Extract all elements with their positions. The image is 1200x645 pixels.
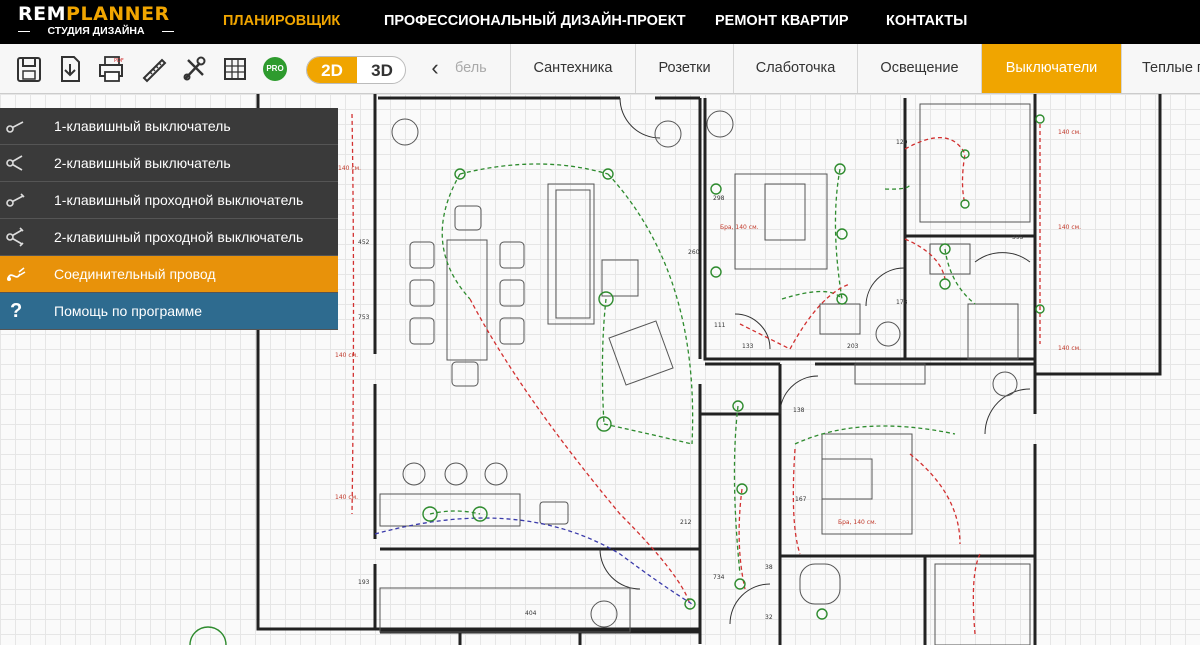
nav-renovation[interactable]: РЕМОНТ КВАРТИР bbox=[715, 0, 849, 44]
blue-wire bbox=[374, 517, 693, 605]
svg-text:Бра, 140 см.: Бра, 140 см. bbox=[838, 519, 877, 526]
menu-item-label: 1-клавишный проходной выключатель bbox=[54, 192, 304, 208]
double-passthrough-switch-icon bbox=[6, 227, 24, 247]
nav-contacts[interactable]: КОНТАКТЫ bbox=[886, 0, 967, 44]
svg-text:120: 120 bbox=[896, 139, 908, 146]
svg-text:140 см.: 140 см. bbox=[1058, 224, 1081, 231]
print-pdf-icon[interactable]: PDF bbox=[97, 54, 125, 84]
svg-text:138: 138 bbox=[793, 407, 805, 414]
save-icon[interactable] bbox=[15, 54, 43, 84]
svg-text:193: 193 bbox=[358, 579, 370, 586]
tools-icon[interactable] bbox=[180, 54, 208, 84]
svg-text:260: 260 bbox=[688, 249, 700, 256]
svg-text:38: 38 bbox=[765, 564, 773, 571]
remplanner-logo[interactable]: REMPLANNER СТУДИЯ ДИЗАЙНА bbox=[18, 4, 178, 40]
menu-item-help[interactable]: ? Помощь по программе bbox=[0, 293, 338, 330]
svg-text:298: 298 bbox=[713, 195, 725, 202]
double-switch-icon bbox=[6, 155, 23, 171]
svg-text:PDF: PDF bbox=[114, 58, 124, 64]
menu-item-double-passthrough-switch[interactable]: 2-клавишный проходной выключатель bbox=[0, 219, 338, 256]
nav-planner[interactable]: ПЛАНИРОВЩИК bbox=[223, 0, 340, 44]
logo-brand: REMPLANNER bbox=[18, 3, 170, 25]
svg-text:140 см.: 140 см. bbox=[338, 165, 361, 172]
chevron-left-icon[interactable]: ‹ bbox=[426, 57, 444, 80]
svg-text:140 см.: 140 см. bbox=[1058, 345, 1081, 352]
grid-settings-icon[interactable] bbox=[221, 54, 249, 84]
svg-text:395: 395 bbox=[1012, 234, 1024, 241]
svg-text:Бра, 140 см.: Бра, 140 см. bbox=[720, 224, 759, 231]
view-3d-button[interactable]: 3D bbox=[357, 57, 405, 83]
menu-item-label: 2-клавишный выключатель bbox=[54, 155, 231, 171]
svg-text:111: 111 bbox=[714, 322, 726, 329]
logo-subtitle: СТУДИЯ ДИЗАЙНА bbox=[18, 25, 174, 37]
svg-text:404: 404 bbox=[525, 610, 537, 617]
door-swings bbox=[599, 97, 1031, 625]
help-icon: ? bbox=[10, 300, 23, 322]
green-wires bbox=[429, 163, 976, 575]
top-nav-bar: REMPLANNER СТУДИЯ ДИЗАЙНА ПЛАНИРОВЩИК ПР… bbox=[0, 0, 1200, 44]
svg-text:167: 167 bbox=[795, 496, 807, 503]
category-tab-low-voltage[interactable]: Слаботочка bbox=[733, 44, 857, 93]
menu-item-label: Помощь по программе bbox=[54, 303, 203, 319]
svg-text:452: 452 bbox=[358, 239, 370, 246]
svg-text:133: 133 bbox=[742, 343, 754, 350]
svg-text:203: 203 bbox=[847, 343, 859, 350]
switch-palette-menu: 1-клавишный выключатель 2-клавишный выкл… bbox=[0, 108, 338, 330]
svg-text:32: 32 bbox=[765, 614, 773, 621]
svg-text:140 см.: 140 см. bbox=[335, 352, 358, 359]
category-tab-lighting[interactable]: Освещение bbox=[857, 44, 981, 93]
toolbar: PDF PRO 2D 3D ‹ бель Сантехника Розетки … bbox=[0, 44, 1200, 94]
menu-item-label: 1-клавишный выключатель bbox=[54, 118, 231, 134]
menu-item-single-passthrough-switch[interactable]: 1-клавишный проходной выключатель bbox=[0, 182, 338, 219]
category-tab-sockets[interactable]: Розетки bbox=[635, 44, 733, 93]
wire-icon bbox=[7, 267, 26, 281]
svg-text:212: 212 bbox=[680, 519, 692, 526]
view-toggle: 2D 3D bbox=[306, 56, 406, 84]
walls bbox=[256, 94, 1162, 645]
category-tab-furniture[interactable]: бель bbox=[455, 44, 510, 93]
menu-item-label: Соединительный провод bbox=[54, 266, 216, 282]
download-icon[interactable] bbox=[56, 54, 84, 84]
pro-badge[interactable]: PRO bbox=[263, 57, 287, 81]
svg-text:140 см.: 140 см. bbox=[1058, 129, 1081, 136]
svg-text:734: 734 bbox=[713, 574, 725, 581]
menu-item-single-switch[interactable]: 1-клавишный выключатель bbox=[0, 108, 338, 145]
svg-text:140 см.: 140 см. bbox=[335, 494, 358, 501]
category-tab-heated-floors[interactable]: Теплые п bbox=[1121, 44, 1200, 93]
svg-text:178: 178 bbox=[896, 299, 908, 306]
nav-design-project[interactable]: ПРОФЕССИОНАЛЬНЫЙ ДИЗАЙН-ПРОЕКТ bbox=[384, 0, 686, 44]
svg-text:753: 753 bbox=[358, 314, 370, 321]
category-tab-switches[interactable]: Выключатели bbox=[981, 44, 1121, 93]
category-tab-plumbing[interactable]: Сантехника bbox=[510, 44, 635, 93]
menu-item-label: 2-клавишный проходной выключатель bbox=[54, 229, 304, 245]
single-passthrough-switch-icon bbox=[6, 193, 25, 207]
menu-item-double-switch[interactable]: 2-клавишный выключатель bbox=[0, 145, 338, 182]
ruler-measure-icon[interactable] bbox=[140, 54, 168, 84]
view-2d-button[interactable]: 2D bbox=[307, 57, 357, 83]
single-switch-icon bbox=[6, 121, 24, 133]
menu-item-connecting-wire[interactable]: Соединительный провод bbox=[0, 256, 338, 293]
